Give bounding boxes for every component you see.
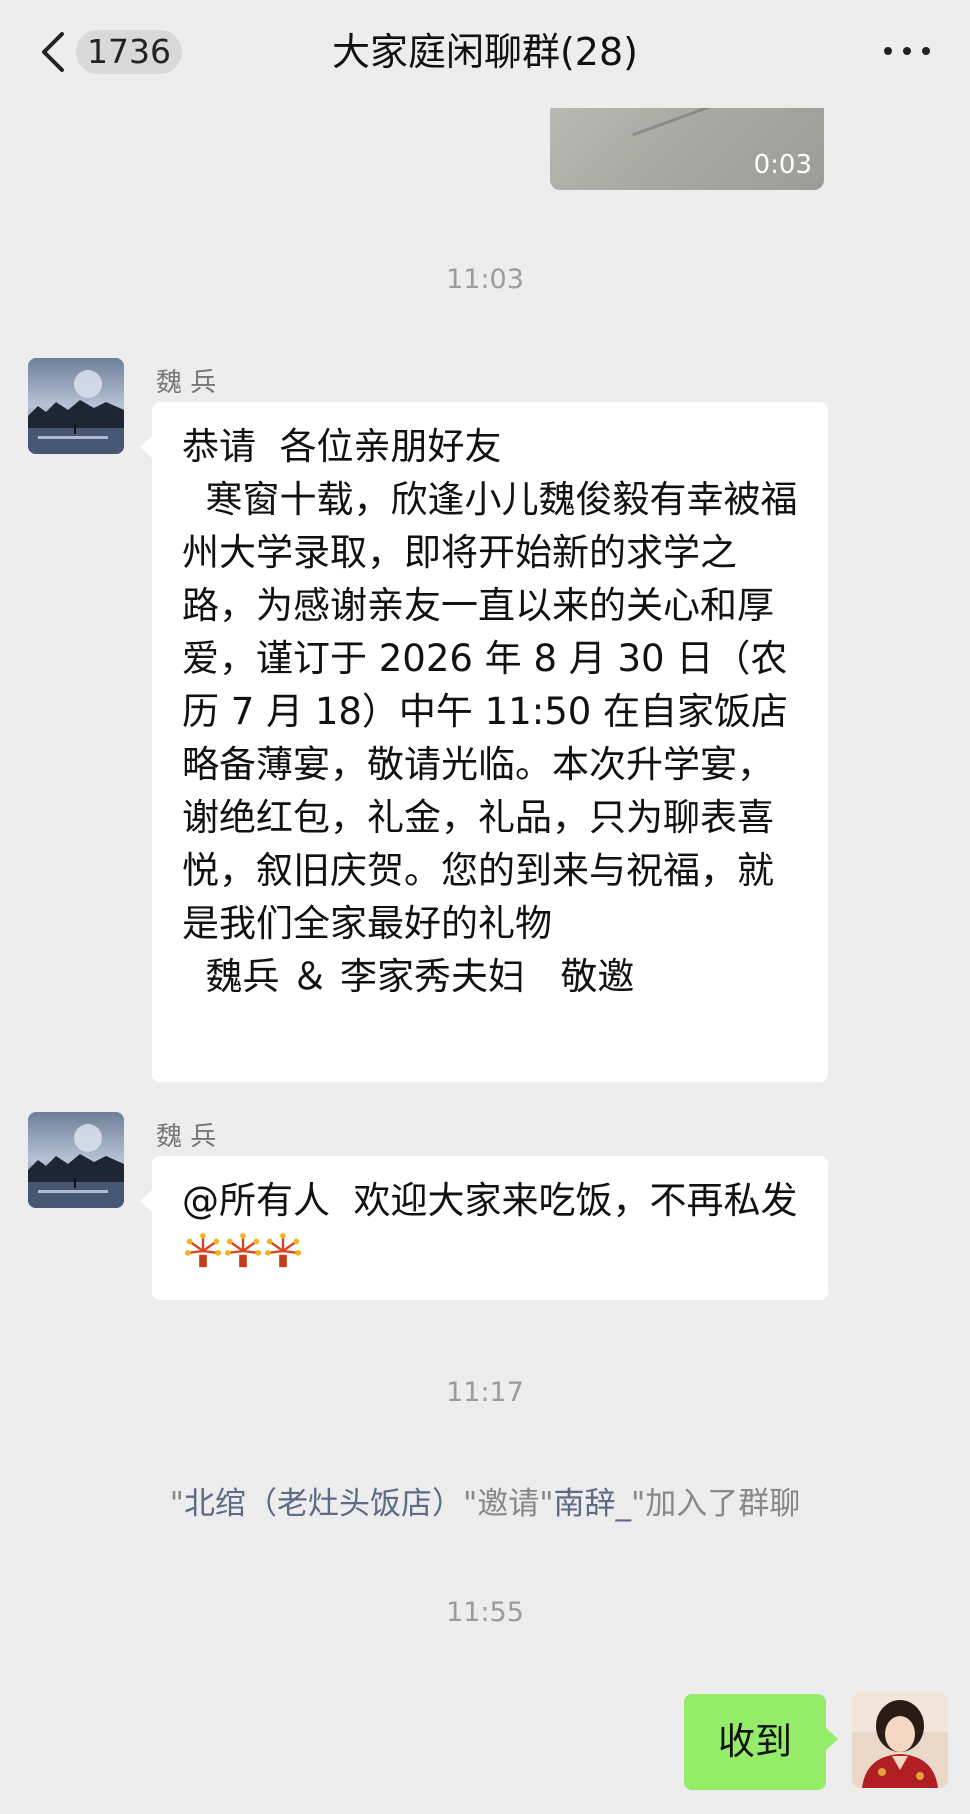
- system-notice: "北绾（老灶头饭店）"邀请"南辞_"加入了群聊: [0, 1478, 970, 1523]
- chat-title: 大家庭闲聊群(28): [331, 30, 638, 74]
- message-text: 恭请 各位亲朋好友 寒窗十载，欣逢小儿魏俊毅有幸被福州大学录取，即将开始新的求学…: [182, 425, 798, 998]
- inviter-name-link[interactable]: 北绾（老灶头饭店）: [184, 1486, 463, 1522]
- message-text: @所有人 欢迎大家来吃饭，不再私发: [182, 1174, 802, 1280]
- message-text-content: @所有人 欢迎大家来吃饭，不再私发: [182, 1179, 798, 1222]
- back-chevron-icon[interactable]: [38, 30, 68, 74]
- notice-tail: 加入了群聊: [645, 1486, 801, 1522]
- avatar-landscape-image: [28, 358, 124, 454]
- avatar-portrait-image: [852, 1692, 948, 1788]
- message-text: 收到: [718, 1720, 792, 1763]
- more-dot: [903, 47, 911, 55]
- video-duration: 0:03: [753, 150, 812, 180]
- quote-mark: ": [539, 1486, 554, 1522]
- more-icon[interactable]: [884, 44, 930, 58]
- firework-emoji-icon: [264, 1232, 302, 1268]
- quote-mark: ": [462, 1486, 478, 1522]
- quote-mark: ": [631, 1486, 646, 1522]
- video-message[interactable]: 0:03: [550, 108, 824, 190]
- time-divider: 11:55: [446, 1597, 524, 1628]
- message-bubble-self[interactable]: 收到: [684, 1694, 838, 1790]
- notice-verb: 邀请: [477, 1486, 540, 1522]
- avatar[interactable]: [28, 358, 124, 454]
- chat-header: 1736 大家庭闲聊群(28): [0, 0, 970, 104]
- time-divider: 11:17: [446, 1377, 524, 1408]
- message-bubble[interactable]: @所有人 欢迎大家来吃饭，不再私发: [140, 1156, 828, 1300]
- self-avatar[interactable]: [852, 1692, 948, 1788]
- avatar[interactable]: [28, 1112, 124, 1208]
- unread-count-badge[interactable]: 1736: [76, 30, 182, 74]
- avatar-landscape-image: [28, 1112, 124, 1208]
- more-dot: [922, 47, 930, 55]
- firework-emoji-icon: [224, 1232, 262, 1268]
- more-dot: [884, 47, 892, 55]
- firework-emoji-icon: [184, 1232, 222, 1268]
- sender-name: 魏 兵: [156, 1122, 217, 1152]
- message-bubble[interactable]: 恭请 各位亲朋好友 寒窗十载，欣逢小儿魏俊毅有幸被福州大学录取，即将开始新的求学…: [140, 402, 828, 1082]
- sender-name: 魏 兵: [156, 368, 217, 398]
- invitee-name-link[interactable]: 南辞_: [554, 1486, 632, 1522]
- video-thumbnail-detail: [632, 108, 718, 137]
- quote-mark: ": [169, 1486, 184, 1522]
- time-divider: 11:03: [446, 264, 524, 295]
